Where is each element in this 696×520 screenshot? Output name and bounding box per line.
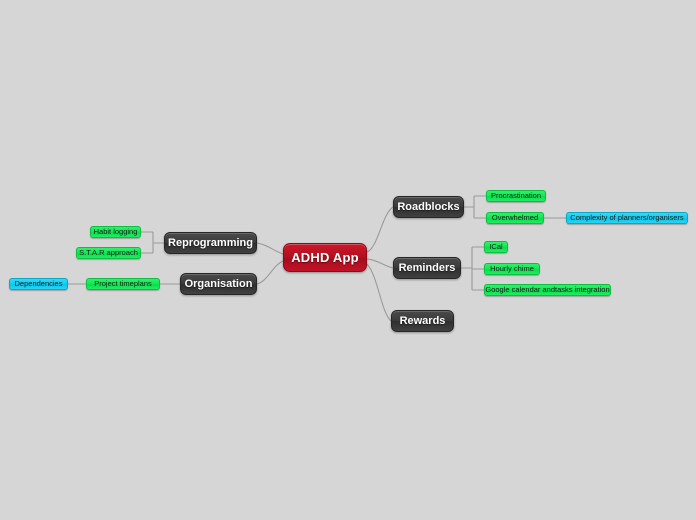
node-leaf-ical[interactable]: ICal [484, 241, 508, 253]
node-leaf-overwhelmed[interactable]: Overwhelmed [486, 212, 544, 224]
node-leaf-google-calendar-tasks-integration[interactable]: Google calendar andtasks integration [484, 284, 611, 296]
node-label: ADHD App [291, 250, 359, 265]
node-branch-rewards[interactable]: Rewards [391, 310, 454, 332]
node-label: Dependencies [14, 279, 63, 289]
node-leaf-star-approach[interactable]: S.T.A.R approach [76, 247, 141, 259]
node-subleaf-complexity-of-planners[interactable]: Complexity of planners/organisers [566, 212, 688, 224]
connector-root-reminders [366, 258, 394, 269]
connector-reminders-bracket [461, 246, 484, 291]
node-label: Organisation [184, 277, 253, 290]
node-branch-reprogramming[interactable]: Reprogramming [164, 232, 257, 254]
node-label: Overwhelmed [491, 213, 539, 223]
node-leaf-habit-logging[interactable]: Habit logging [90, 226, 141, 238]
node-branch-organisation[interactable]: Organisation [180, 273, 257, 295]
node-label: Complexity of planners/organisers [570, 213, 684, 223]
node-label: S.T.A.R approach [79, 248, 138, 258]
node-label: Procrastination [490, 191, 542, 201]
node-label: ICal [489, 242, 503, 252]
node-label: Google calendar andtasks integration [485, 285, 610, 295]
node-label: Rewards [399, 314, 446, 327]
mindmap-canvas: ADHD App Reprogramming Habit logging S.T… [0, 0, 696, 520]
node-label: Project timeplans [94, 279, 152, 289]
node-leaf-procrastination[interactable]: Procrastination [486, 190, 546, 202]
connector-root-organisation [256, 260, 284, 285]
node-leaf-hourly-chime[interactable]: Hourly chime [484, 263, 540, 275]
node-subleaf-dependencies[interactable]: Dependencies [9, 278, 68, 290]
connector-roadblocks-bracket [464, 195, 486, 219]
node-label: Hourly chime [490, 264, 534, 274]
connector-reprogramming-bracket [141, 231, 164, 254]
node-label: Reminders [398, 261, 456, 274]
connector-root-reprogramming [256, 242, 284, 255]
node-root-adhd-app[interactable]: ADHD App [283, 243, 367, 272]
node-branch-roadblocks[interactable]: Roadblocks [393, 196, 464, 218]
node-leaf-project-timeplans[interactable]: Project timeplans [86, 278, 160, 290]
node-branch-reminders[interactable]: Reminders [393, 257, 461, 279]
node-label: Reprogramming [168, 236, 253, 249]
connector-root-roadblocks [366, 206, 394, 253]
node-label: Habit logging [93, 227, 138, 237]
node-label: Roadblocks [397, 200, 460, 213]
connector-root-rewards [366, 263, 392, 322]
